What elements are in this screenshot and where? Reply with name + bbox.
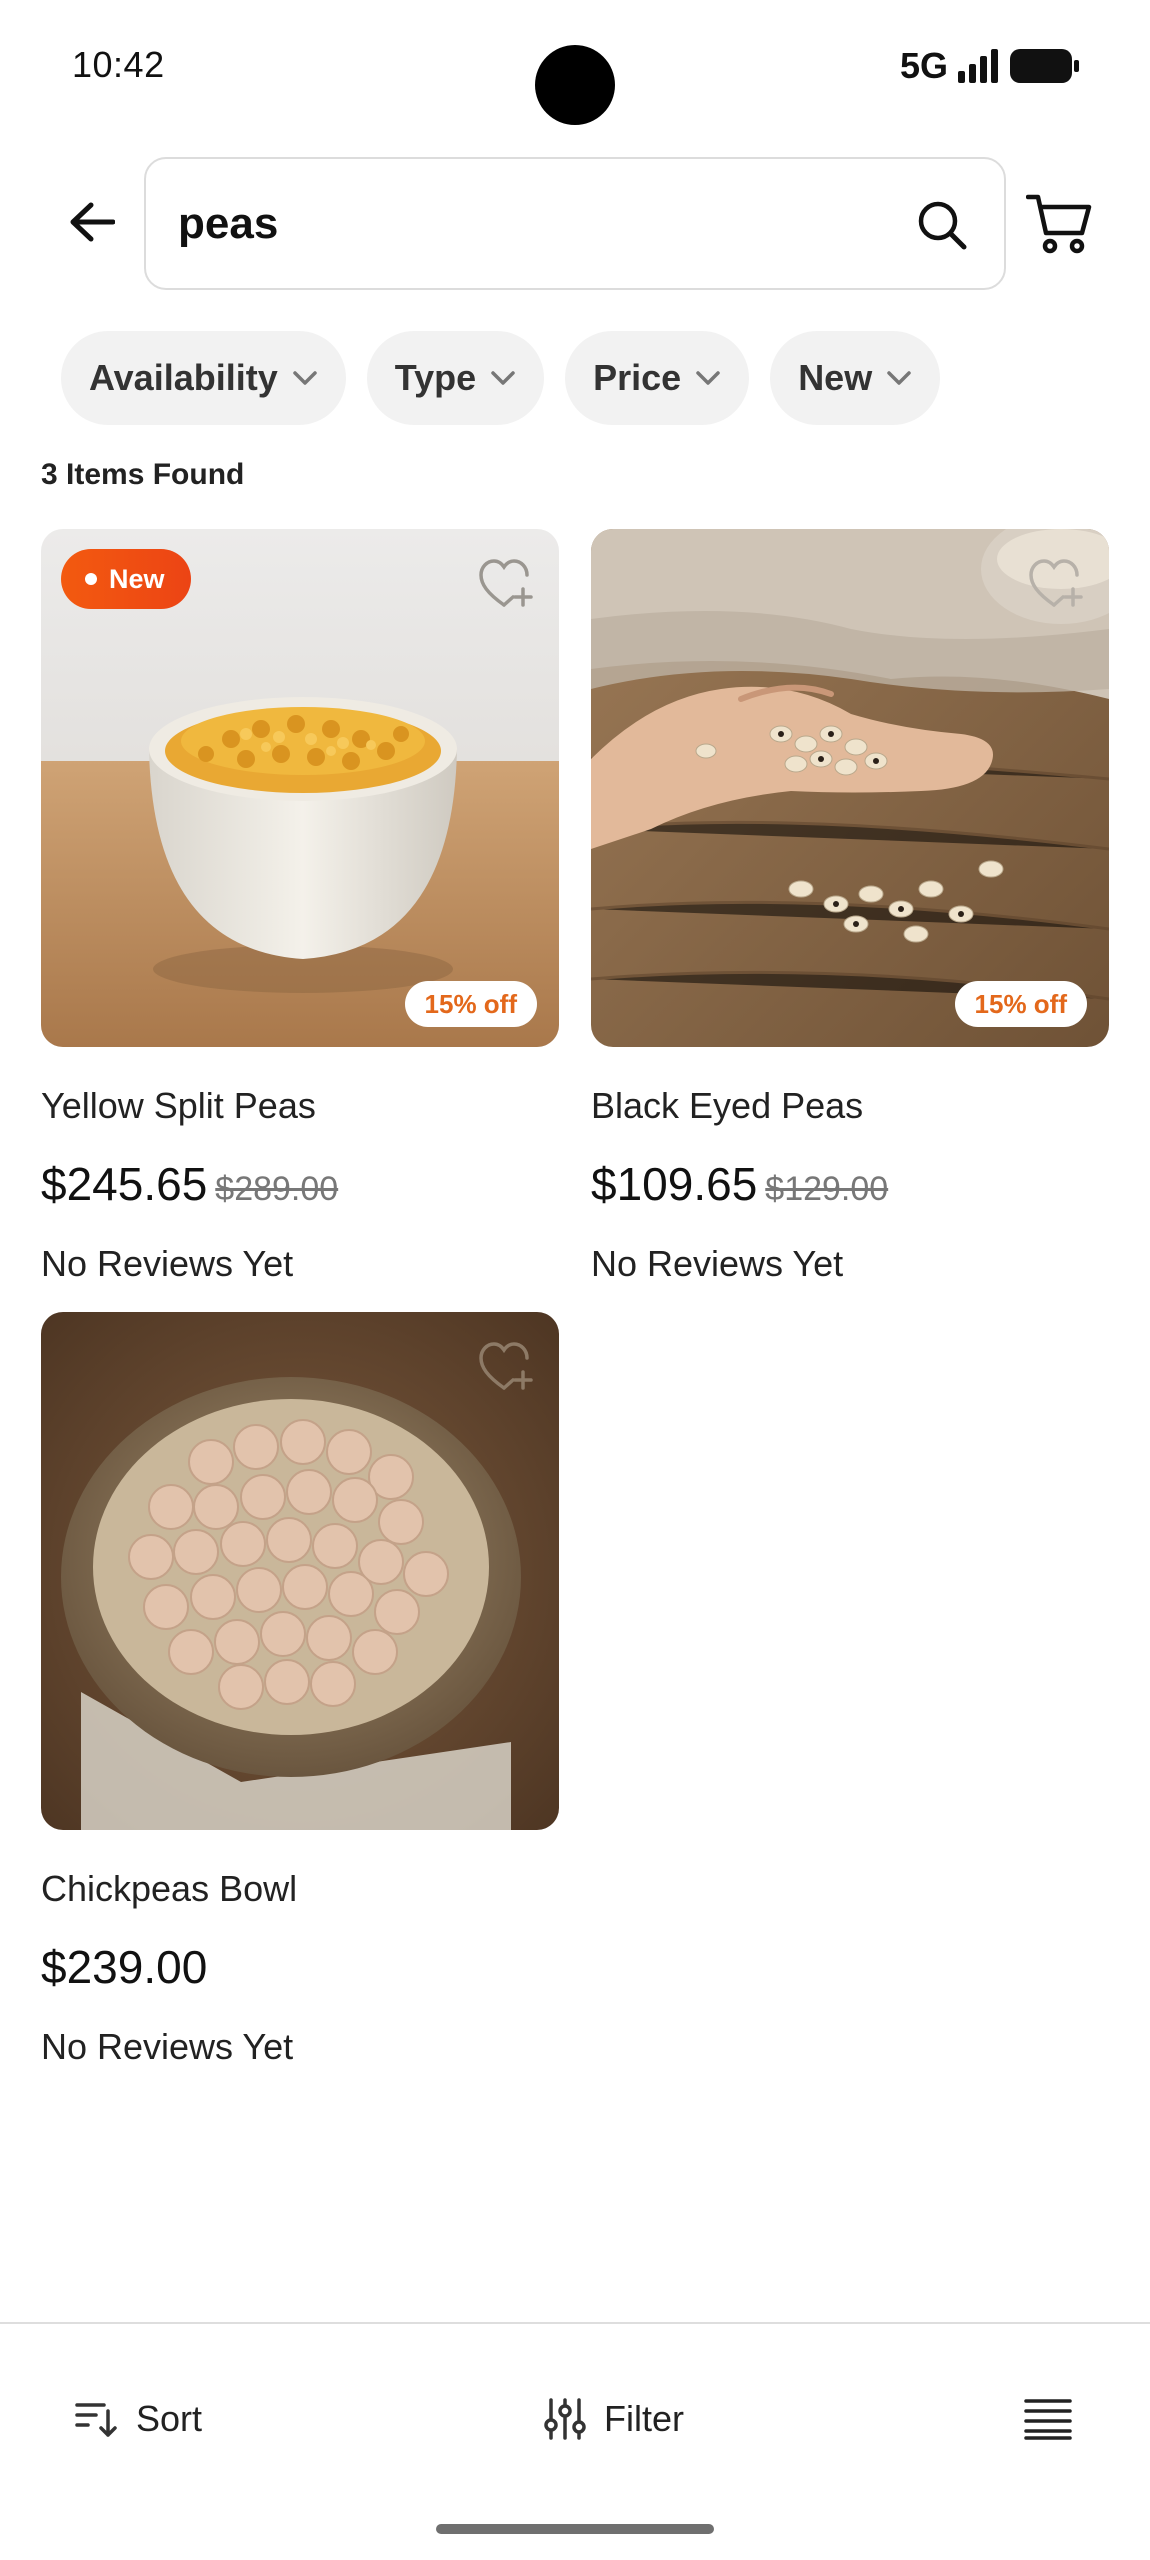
product-price: $245.65 <box>41 1158 208 1210</box>
filter-chip-new[interactable]: New <box>770 331 941 425</box>
new-badge: New <box>61 549 191 609</box>
product-card[interactable]: New 15% off Yellow Split Peas $245.65 $2… <box>41 529 559 1284</box>
results-count: 3 Items Found <box>41 458 245 491</box>
original-price: $129.00 <box>765 1170 889 1208</box>
product-price: $239.00 <box>41 1941 208 1993</box>
product-price: $109.65 <box>591 1158 758 1210</box>
wishlist-heart-icon[interactable] <box>477 557 535 611</box>
product-image[interactable] <box>41 1312 559 1830</box>
chevron-down-icon <box>696 371 720 385</box>
discount-badge: 15% off <box>954 981 1087 1027</box>
chevron-down-icon <box>293 371 317 385</box>
network-label: 5G <box>899 45 948 86</box>
price-row: $245.65 $289.00 <box>41 1157 338 1211</box>
product-reviews: No Reviews Yet <box>41 1243 294 1284</box>
filter-chip-price[interactable]: Price <box>565 331 750 425</box>
cart-button[interactable] <box>1018 186 1100 262</box>
shopping-cart-icon <box>1026 194 1092 254</box>
status-bar: 10:42 5G <box>0 0 1150 140</box>
product-title[interactable]: Yellow Split Peas <box>41 1085 316 1127</box>
chip-label: Availability <box>89 357 278 398</box>
status-icons: 5G <box>899 45 1080 86</box>
sort-icon <box>75 2403 117 2437</box>
home-indicator <box>436 2524 714 2534</box>
chip-label: Price <box>593 357 682 398</box>
discount-badge: 15% off <box>404 981 537 1027</box>
search-button[interactable] <box>910 193 974 257</box>
view-toggle-button[interactable] <box>1020 2386 1076 2452</box>
battery-icon <box>1010 49 1079 83</box>
bottom-toolbar: Sort Filter <box>0 2324 1150 2504</box>
product-reviews: No Reviews Yet <box>41 2026 294 2067</box>
badge-dot <box>85 573 97 585</box>
product-reviews: No Reviews Yet <box>591 1243 844 1284</box>
product-card[interactable]: 15% off Black Eyed Peas $109.65 $129.00 … <box>591 529 1109 1284</box>
filter-chip-availability[interactable]: Availability <box>61 331 346 425</box>
filter-chips: Availability Type Price New <box>61 331 941 425</box>
wishlist-heart-icon[interactable] <box>1027 557 1085 611</box>
product-title[interactable]: Black Eyed Peas <box>591 1085 863 1127</box>
status-time: 10:42 <box>72 44 165 85</box>
chevron-down-icon <box>887 371 911 385</box>
sliders-icon <box>544 2398 586 2440</box>
product-image[interactable]: New 15% off <box>41 529 559 1047</box>
original-price: $289.00 <box>215 1170 339 1208</box>
filter-label: Filter <box>604 2398 684 2439</box>
search-icon <box>918 201 967 250</box>
chip-label: Type <box>394 357 477 398</box>
sort-button[interactable]: Sort <box>74 2386 202 2452</box>
list-view-icon <box>1024 2399 1072 2440</box>
search-bar[interactable] <box>144 157 1006 290</box>
product-card[interactable]: Chickpeas Bowl $239.00 No Reviews Yet <box>41 1312 559 2067</box>
filter-button[interactable]: Filter <box>544 2386 684 2452</box>
arrow-left-icon <box>70 202 115 242</box>
back-button[interactable] <box>62 192 122 252</box>
badge-label: New <box>109 563 165 594</box>
wishlist-heart-icon[interactable] <box>477 1340 535 1394</box>
search-input[interactable] <box>178 189 878 259</box>
price-row: $239.00 <box>41 1940 207 1994</box>
chip-label: New <box>798 357 873 398</box>
price-row: $109.65 $129.00 <box>591 1157 888 1211</box>
camera-cutout <box>535 45 615 125</box>
product-image[interactable]: 15% off <box>591 529 1109 1047</box>
signal-icon <box>958 49 998 83</box>
sort-label: Sort <box>136 2398 203 2439</box>
chevron-down-icon <box>491 371 515 385</box>
product-title[interactable]: Chickpeas Bowl <box>41 1868 297 1910</box>
filter-chip-type[interactable]: Type <box>366 331 545 425</box>
